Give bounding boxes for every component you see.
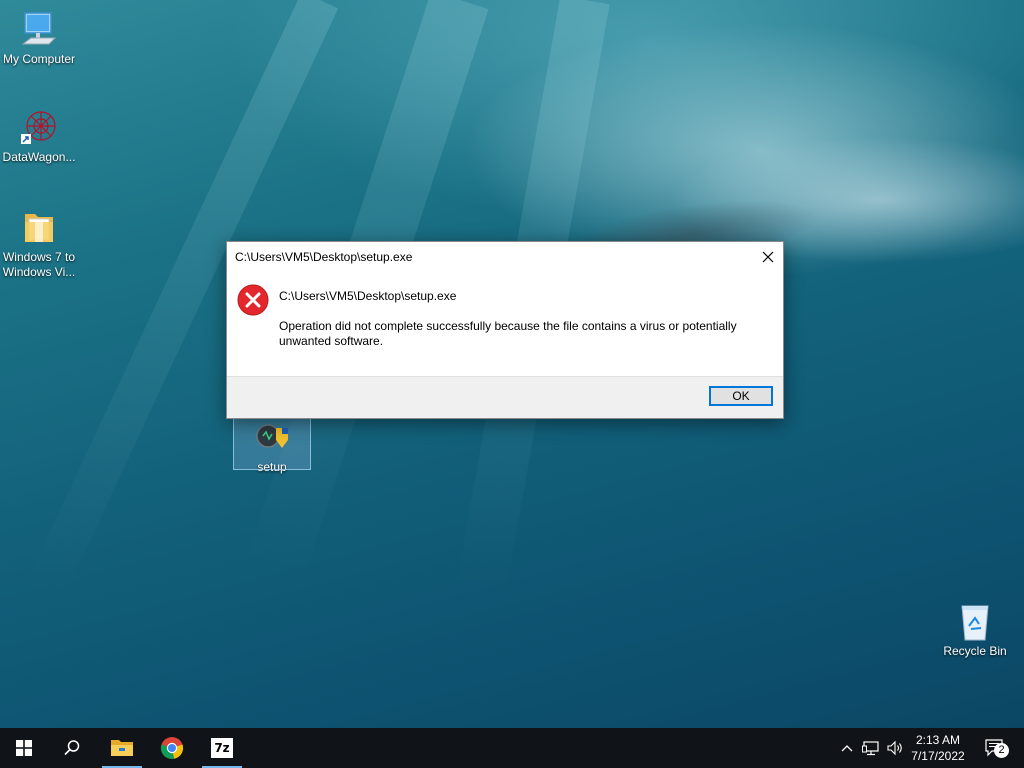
- taskbar-file-explorer[interactable]: [98, 728, 146, 768]
- 7zip-label: 7z: [214, 741, 230, 755]
- error-icon: [237, 284, 269, 316]
- close-button[interactable]: [753, 242, 783, 272]
- error-dialog: C:\Users\VM5\Desktop\setup.exe C:\Users\…: [226, 241, 784, 419]
- chevron-up-icon: [841, 745, 853, 752]
- network-button[interactable]: [860, 738, 882, 758]
- desktop-icon-folder[interactable]: Windows 7 to Windows Vi...: [1, 208, 77, 280]
- taskbar-clock[interactable]: 2:13 AM 7/17/2022: [904, 732, 972, 764]
- volume-button[interactable]: [884, 738, 906, 758]
- start-button[interactable]: [0, 728, 48, 768]
- ok-button[interactable]: OK: [709, 386, 773, 406]
- dialog-footer: OK: [227, 376, 783, 418]
- notification-count-badge: 2: [994, 743, 1009, 758]
- chrome-icon: [160, 737, 184, 759]
- clock-date: 7/17/2022: [911, 749, 965, 763]
- 7zip-icon: 7z: [211, 738, 233, 758]
- desktop-icon-recycle-bin[interactable]: Recycle Bin: [937, 602, 1013, 659]
- clock-time: 2:13 AM: [915, 733, 961, 747]
- volume-icon: [887, 740, 902, 756]
- taskbar-chrome[interactable]: [148, 728, 196, 768]
- search-button[interactable]: [48, 728, 96, 768]
- file-explorer-icon: [111, 740, 133, 756]
- desktop-icon-label-line1: Windows 7 to: [2, 250, 76, 264]
- close-icon: [762, 251, 774, 263]
- desktop-icon-label: setup: [257, 460, 287, 474]
- dialog-title: C:\Users\VM5\Desktop\setup.exe: [235, 250, 413, 264]
- desktop-icon-label-line2: Windows Vi...: [2, 265, 76, 279]
- desktop-icon-label: DataWagon...: [2, 150, 76, 164]
- setup-installer-icon: [252, 418, 292, 458]
- action-center-button[interactable]: 2: [980, 738, 1010, 758]
- dialog-message: Operation did not complete successfully …: [279, 319, 737, 348]
- windows-start-icon: [16, 740, 32, 756]
- dialog-file-path: C:\Users\VM5\Desktop\setup.exe: [279, 289, 457, 303]
- desktop-icon-setup[interactable]: setup: [233, 413, 311, 474]
- dialog-body: C:\Users\VM5\Desktop\setup.exe Operation…: [227, 272, 783, 376]
- desktop-icon-datawagon[interactable]: DataWagon...: [1, 108, 77, 165]
- taskbar-7zip[interactable]: 7z: [198, 728, 246, 768]
- search-icon: [64, 740, 80, 756]
- show-hidden-icons-button[interactable]: [838, 738, 856, 758]
- recycle-bin-icon: [955, 602, 995, 642]
- desktop-icon-label: My Computer: [2, 52, 76, 66]
- computer-icon: [19, 10, 59, 50]
- datawagon-icon: [19, 108, 59, 148]
- network-icon: [862, 741, 879, 756]
- dialog-titlebar[interactable]: C:\Users\VM5\Desktop\setup.exe: [227, 242, 783, 272]
- desktop-icon-my-computer[interactable]: My Computer: [1, 10, 77, 67]
- folder-icon: [19, 208, 59, 248]
- desktop-icon-label: Recycle Bin: [943, 644, 1007, 658]
- taskbar: 7z 2:13 AM 7/17/2022 2: [0, 728, 1024, 768]
